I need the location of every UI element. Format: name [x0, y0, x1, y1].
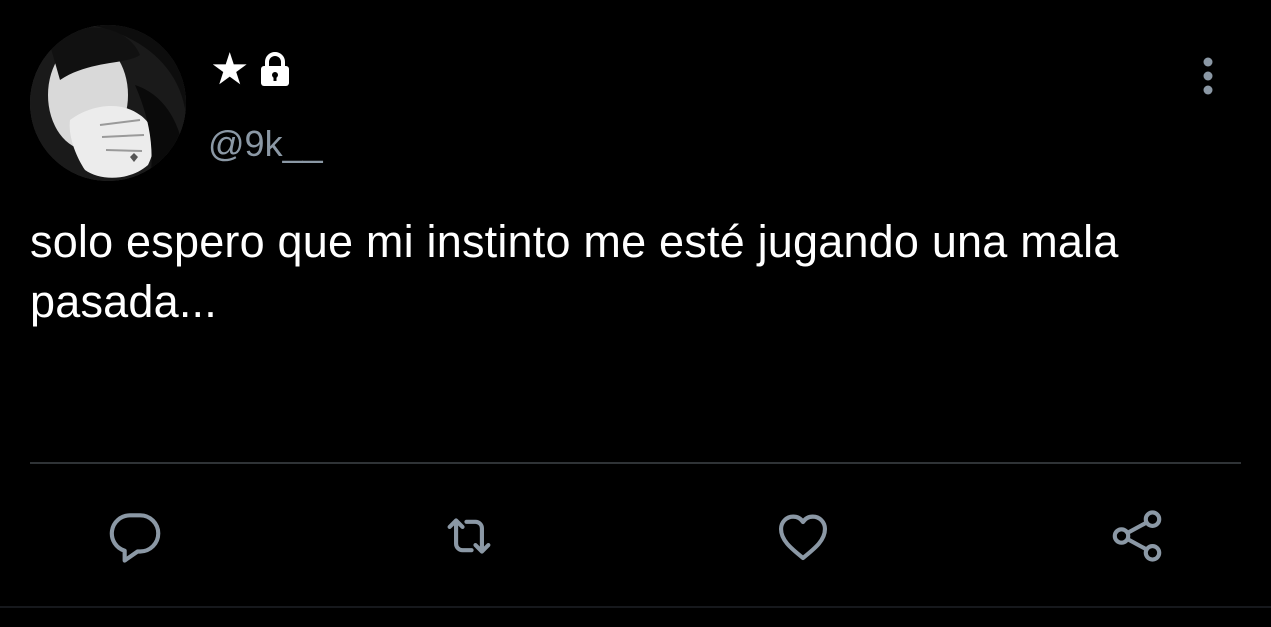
divider-bottom	[0, 606, 1271, 608]
share-icon	[1112, 510, 1162, 562]
reply-icon	[109, 513, 161, 563]
display-name-text: ★	[210, 45, 250, 94]
action-bar	[0, 500, 1271, 572]
avatar-image	[30, 25, 186, 181]
reply-button[interactable]	[99, 500, 171, 572]
divider	[30, 462, 1241, 464]
more-vertical-icon[interactable]	[1190, 52, 1226, 100]
tweet-text: solo espero que mi instinto me esté juga…	[30, 216, 1119, 327]
retweet-icon	[447, 518, 491, 554]
heart-icon	[778, 514, 828, 561]
user-handle[interactable]: @9k__	[208, 122, 323, 166]
avatar[interactable]	[30, 25, 186, 181]
like-button[interactable]	[767, 500, 839, 572]
display-name[interactable]: ★	[210, 46, 295, 94]
retweet-button[interactable]	[433, 500, 505, 572]
share-button[interactable]	[1101, 500, 1173, 572]
lock-icon	[255, 50, 295, 90]
